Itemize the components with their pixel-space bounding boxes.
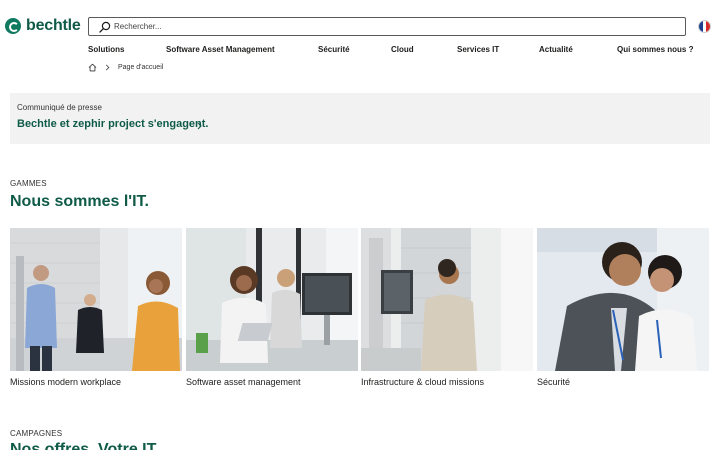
home-icon[interactable] [88, 63, 97, 72]
campaigns-kicker: CAMPAGNES [10, 429, 63, 438]
campaigns-title: Nos offres. Votre IT. [10, 441, 160, 450]
chevron-right-icon [105, 64, 110, 71]
infrastructure-cloud-image [361, 228, 533, 371]
language-flag-icon[interactable] [698, 20, 711, 33]
software-asset-management-image [186, 228, 358, 371]
main-nav: Solutions Software Asset Management Sécu… [0, 45, 720, 57]
nav-item-services-it[interactable]: Services IT [457, 45, 499, 54]
site-header: bechtle Solutions Software Asset Managem… [0, 0, 720, 60]
search-input[interactable] [114, 22, 674, 31]
nav-item-actualite[interactable]: Actualité [539, 45, 573, 54]
ranges-kicker: GAMMES [10, 179, 47, 188]
card-caption[interactable]: Software asset management [186, 377, 301, 387]
card-software-asset-management[interactable]: Software asset management [186, 228, 358, 393]
ranges-title: Nous sommes l'IT. [10, 193, 149, 210]
card-caption[interactable]: Sécurité [537, 377, 570, 387]
modern-workplace-image [10, 228, 182, 371]
nav-item-solutions[interactable]: Solutions [88, 45, 124, 54]
search-icon[interactable] [99, 21, 111, 33]
search-box[interactable] [88, 17, 686, 36]
card-caption[interactable]: Infrastructure & cloud missions [361, 377, 484, 387]
card-infrastructure-cloud[interactable]: Infrastructure & cloud missions [361, 228, 533, 393]
breadcrumb-current: Page d'accueil [118, 64, 164, 71]
bechtle-logo-mark-icon [5, 18, 21, 34]
chevron-right-icon[interactable] [196, 122, 203, 130]
nav-item-qui-sommes-nous[interactable]: Qui sommes nous ? [617, 45, 693, 54]
securite-image [537, 228, 709, 371]
card-securite[interactable]: Sécurité [537, 228, 709, 393]
brand-name: bechtle [26, 17, 81, 34]
nav-item-software-asset-management[interactable]: Software Asset Management [166, 45, 275, 54]
nav-item-securite[interactable]: Sécurité [318, 45, 350, 54]
nav-item-cloud[interactable]: Cloud [391, 45, 414, 54]
press-kicker: Communiqué de presse [17, 103, 102, 112]
press-release-banner[interactable]: Communiqué de presse Bechtle et zephir p… [10, 93, 710, 144]
bechtle-logo[interactable]: bechtle [5, 17, 81, 35]
card-modern-workplace[interactable]: Missions modern workplace [10, 228, 182, 393]
card-caption[interactable]: Missions modern workplace [10, 377, 121, 387]
press-title-link[interactable]: Bechtle et zephir project s'engagent. [17, 118, 209, 130]
breadcrumb: Page d'accueil [88, 63, 163, 72]
